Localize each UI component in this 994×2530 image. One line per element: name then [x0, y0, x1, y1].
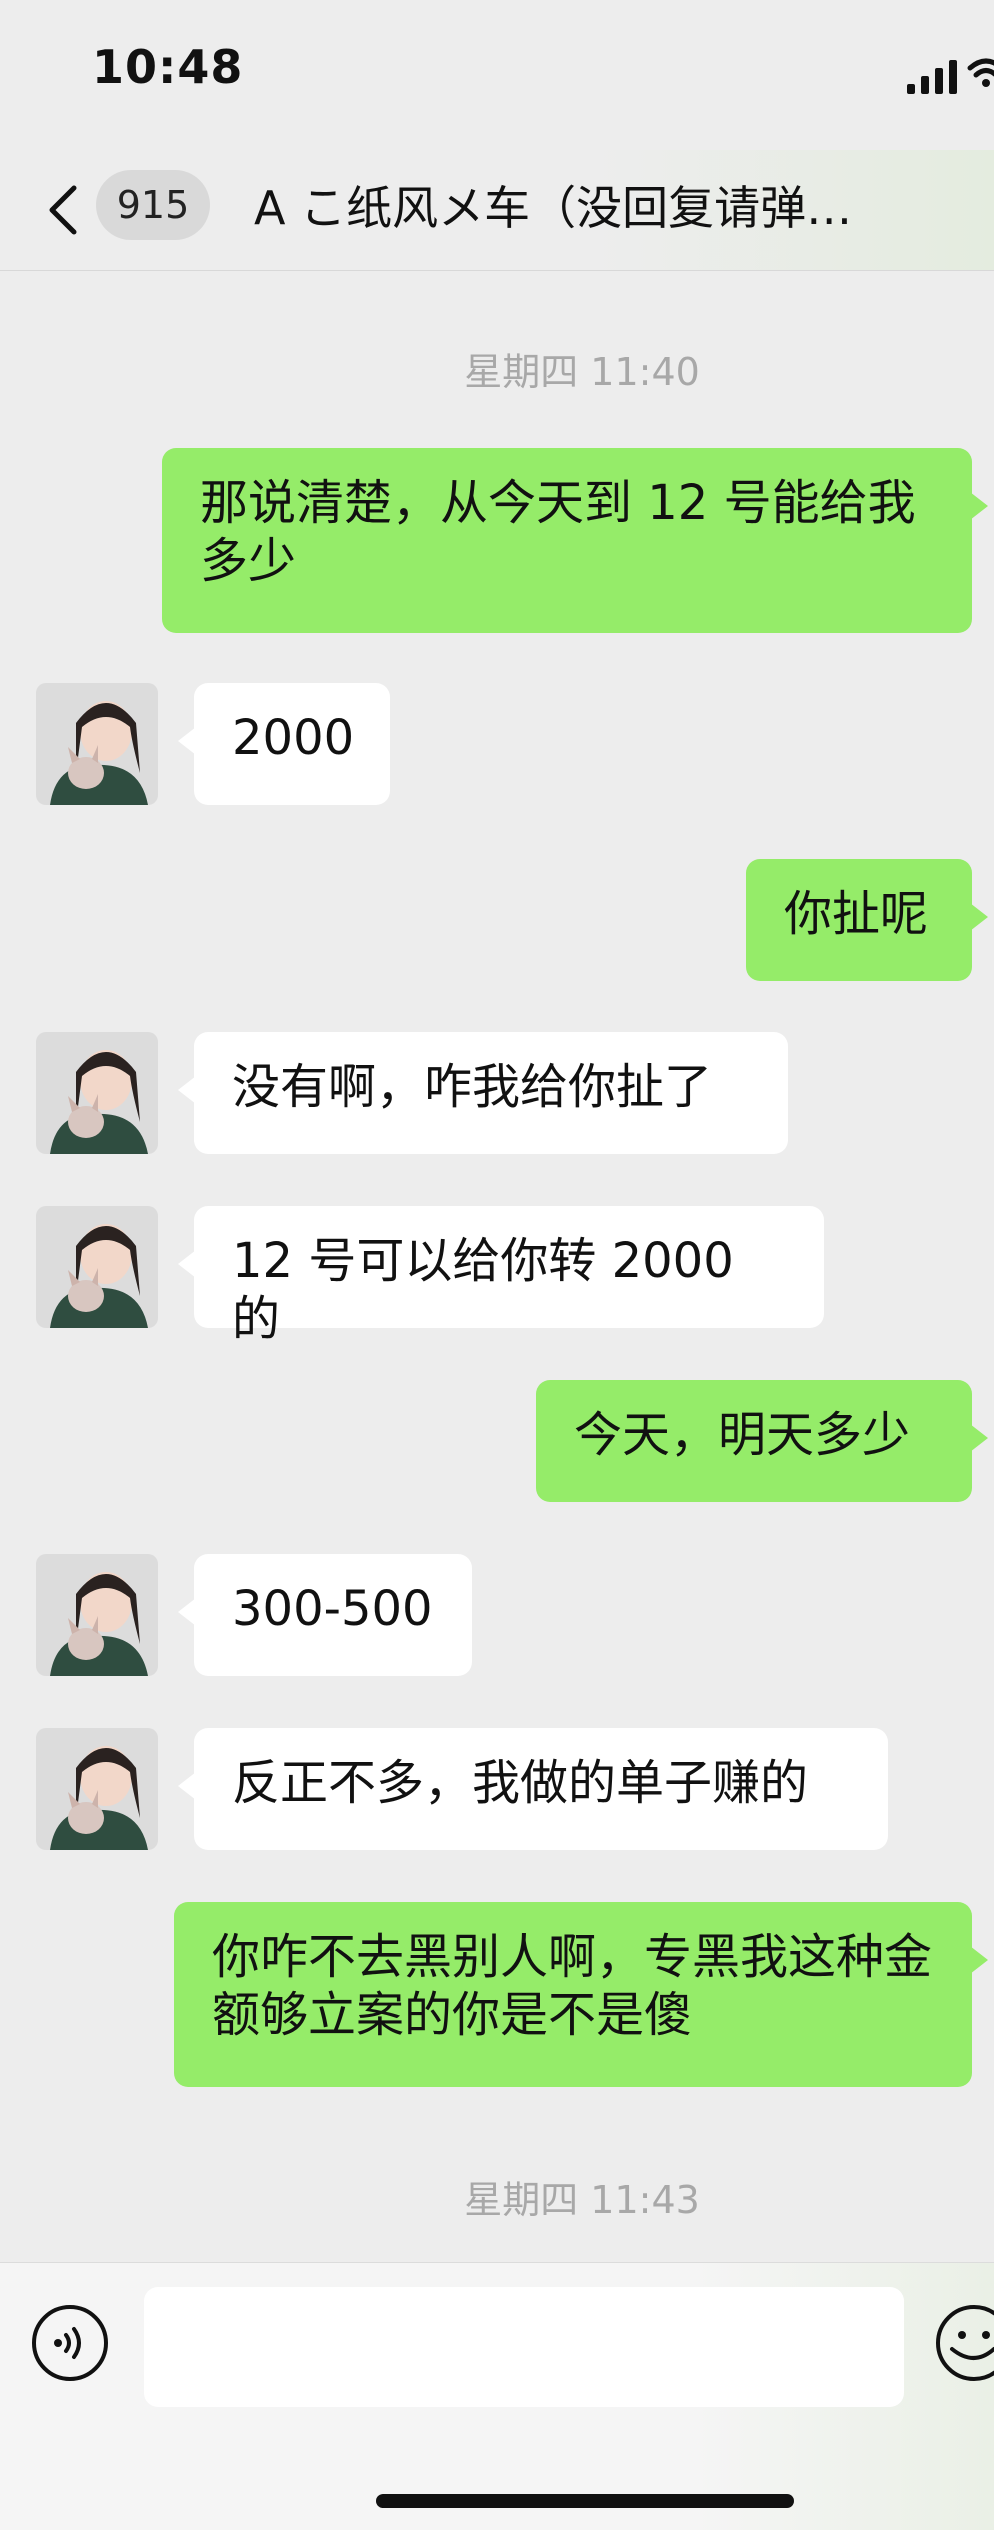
status-time: 10:48	[92, 40, 244, 94]
chevron-left-icon[interactable]	[40, 180, 88, 240]
contact-avatar[interactable]	[36, 1554, 158, 1676]
sent-message-bubble[interactable]: 你扯呢	[746, 859, 988, 981]
chat-header: 915 A こ纸风メ车（没回复请弹…	[0, 150, 994, 271]
sent-message-bubble[interactable]: 你咋不去黑别人啊，专黑我这种金额够立案的你是不是傻	[174, 1902, 988, 2087]
signal-bars-icon	[907, 60, 957, 94]
contact-avatar[interactable]	[36, 1728, 158, 1850]
message-timestamp: 星期四 11:43	[464, 2178, 700, 2222]
received-message-bubble[interactable]: 反正不多，我做的单子赚的	[178, 1728, 888, 1850]
received-message-bubble[interactable]: 2000	[178, 683, 390, 805]
unread-count-badge[interactable]: 915	[96, 170, 210, 240]
contact-avatar[interactable]	[36, 1206, 158, 1328]
chat-title[interactable]: A こ纸风メ车（没回复请弹…	[254, 178, 954, 238]
contact-avatar[interactable]	[36, 1032, 158, 1154]
voice-icon[interactable]	[30, 2303, 110, 2383]
wifi-icon	[967, 58, 994, 87]
composer-bar	[0, 2262, 994, 2530]
received-message-bubble[interactable]: 12 号可以给你转 2000 的	[178, 1206, 824, 1347]
emoji-icon[interactable]	[934, 2303, 994, 2383]
message-list: 星期四 11:40 那说清楚，从今天到 12 号能给我多少 2000 你扯呢 没…	[0, 271, 994, 2261]
received-message-bubble[interactable]: 300-500	[178, 1554, 472, 1676]
message-input[interactable]	[144, 2287, 904, 2407]
contact-avatar[interactable]	[36, 683, 158, 805]
sent-message-bubble[interactable]: 那说清楚，从今天到 12 号能给我多少	[162, 448, 988, 633]
sent-message-bubble[interactable]: 今天，明天多少	[536, 1380, 988, 1502]
home-indicator	[376, 2494, 794, 2508]
status-bar: 10:48	[0, 0, 994, 150]
message-timestamp: 星期四 11:40	[464, 350, 700, 394]
received-message-bubble[interactable]: 没有啊，咋我给你扯了	[178, 1032, 788, 1154]
